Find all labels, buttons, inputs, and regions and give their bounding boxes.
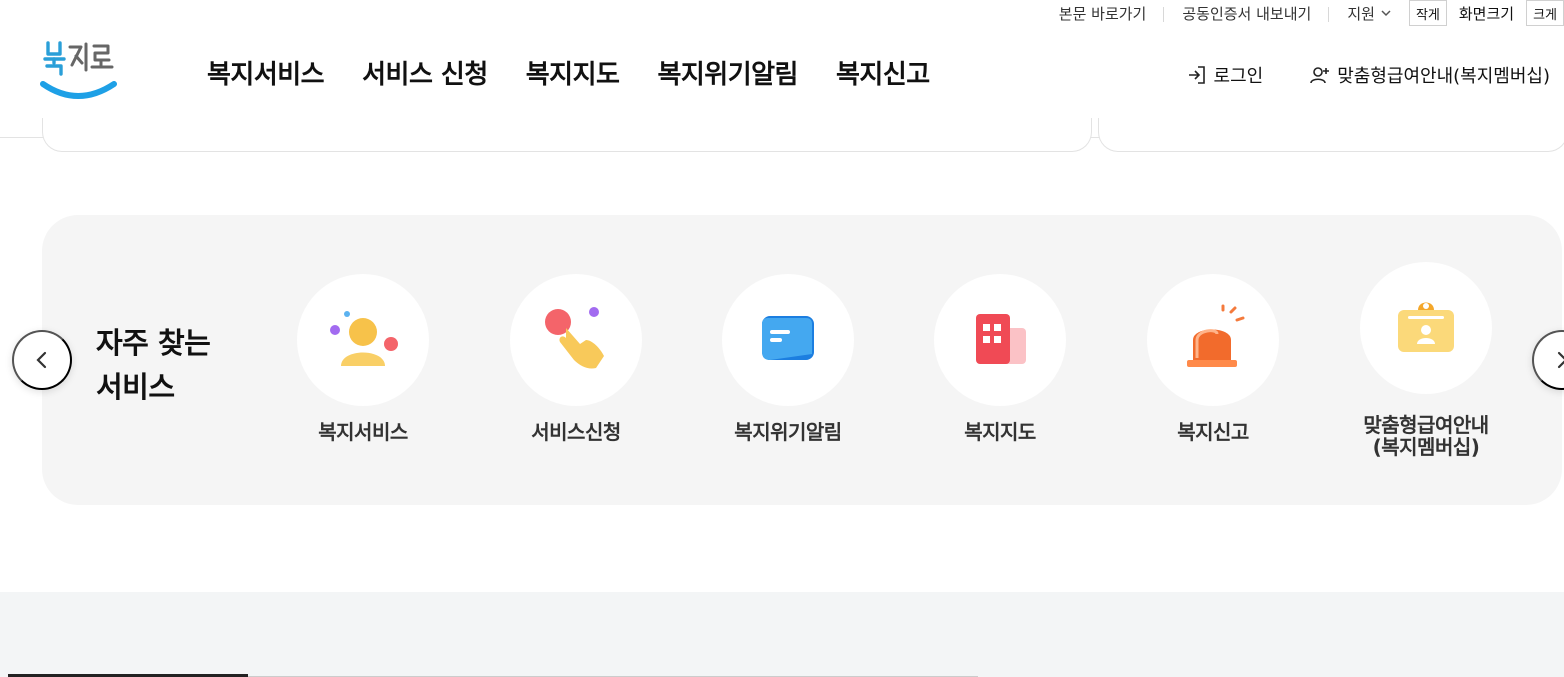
content-card <box>1098 118 1564 152</box>
service-crisis-alert[interactable]: 복지위기알림 <box>668 274 908 443</box>
chevron-left-icon <box>36 351 47 369</box>
logo-icon <box>40 41 117 99</box>
service-welfare-map[interactable]: 복지지도 <box>880 274 1120 443</box>
export-certificate-link[interactable]: 공동인증서 내보내기 <box>1164 3 1330 24</box>
id-badge-icon <box>1398 302 1454 352</box>
service-label: 복지신고 <box>1177 420 1249 444</box>
frequent-services-title: 자주 찾는 서비스 <box>96 321 211 409</box>
service-application[interactable]: 서비스신청 <box>456 274 696 443</box>
frequent-services-panel: 자주 찾는 서비스 복지서비스 서비스신청 복지위기알림 복지지도 복지신고 맞… <box>42 215 1562 505</box>
chevron-down-icon <box>1381 10 1391 17</box>
title-line: 서비스 <box>96 370 175 404</box>
header-user-menu: 로그인 맞춤형급여안내(복지멤버십) <box>1186 62 1550 88</box>
font-larger-button[interactable]: 크게 <box>1526 0 1564 26</box>
skip-to-content-link[interactable]: 본문 바로가기 <box>1041 3 1165 24</box>
login-icon <box>1188 66 1205 84</box>
service-welfare-services[interactable]: 복지서비스 <box>243 274 483 443</box>
service-label: 맞춤형급여안내 (복지멤버십) <box>1306 414 1546 458</box>
bottom-section <box>0 592 1564 677</box>
service-membership[interactable]: 맞춤형급여안내 (복지멤버십) <box>1306 262 1546 458</box>
message-card-icon <box>762 316 814 360</box>
utility-bar: 본문 바로가기 공동인증서 내보내기 지원 작게 화면크기 크게 <box>1041 0 1564 26</box>
person-icon <box>330 311 398 366</box>
service-icon-circle <box>1147 274 1279 406</box>
nav-welfare-services[interactable]: 복지서비스 <box>207 54 325 91</box>
screen-size-label: 화면크기 <box>1458 4 1515 23</box>
nav-welfare-map[interactable]: 복지지도 <box>526 54 620 91</box>
font-smaller-button[interactable]: 작게 <box>1408 0 1447 26</box>
service-label: 복지위기알림 <box>734 420 842 444</box>
login-link[interactable]: 로그인 <box>1186 62 1264 88</box>
service-icon-circle <box>510 274 642 406</box>
service-icon-circle <box>934 274 1066 406</box>
service-label: 서비스신청 <box>531 420 621 444</box>
main-navigation: 복지서비스 서비스 신청 복지지도 복지위기알림 복지신고 <box>207 54 930 91</box>
nav-service-application[interactable]: 서비스 신청 <box>362 54 488 91</box>
service-label-line: (복지멤버십) <box>1372 435 1480 459</box>
service-label: 복지서비스 <box>318 420 408 444</box>
chevron-right-icon <box>1557 351 1564 369</box>
bokjiro-logo[interactable] <box>38 38 118 102</box>
service-icon-circle <box>1360 262 1492 394</box>
font-size-controls: 작게 화면크기 크게 <box>1408 0 1564 26</box>
user-add-icon <box>1310 67 1330 84</box>
support-dropdown[interactable]: 지원 <box>1329 3 1405 24</box>
support-label: 지원 <box>1347 4 1375 23</box>
membership-label: 맞춤형급여안내(복지멤버십) <box>1337 66 1550 87</box>
service-label-line: 맞춤형급여안내 <box>1363 413 1489 437</box>
carousel-prev-button[interactable] <box>12 330 72 390</box>
siren-icon <box>1187 304 1245 367</box>
content-card <box>42 118 1092 152</box>
service-label: 복지지도 <box>964 420 1036 444</box>
service-welfare-report[interactable]: 복지신고 <box>1093 274 1333 443</box>
login-label: 로그인 <box>1213 66 1264 87</box>
title-line: 자주 찾는 <box>96 326 211 360</box>
nav-welfare-report[interactable]: 복지신고 <box>836 54 930 91</box>
service-icon-circle <box>297 274 429 406</box>
hand-pointer-icon <box>545 307 604 369</box>
service-icon-circle <box>722 274 854 406</box>
membership-link[interactable]: 맞춤형급여안내(복지멤버십) <box>1309 62 1550 88</box>
building-icon <box>976 314 1026 364</box>
nav-crisis-alert[interactable]: 복지위기알림 <box>657 54 798 91</box>
